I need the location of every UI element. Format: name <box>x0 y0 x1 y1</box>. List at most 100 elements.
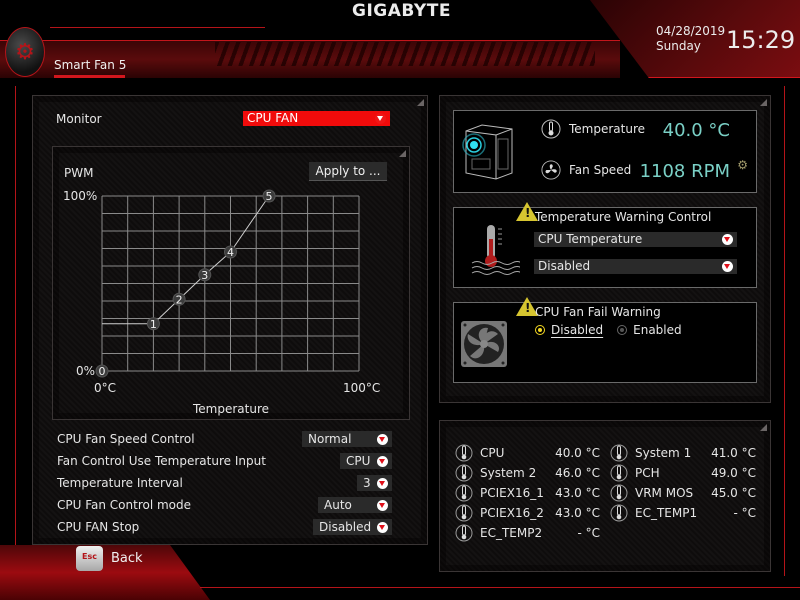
curve-point-5[interactable]: 5 <box>262 189 276 203</box>
curve-point-1[interactable]: 1 <box>146 317 160 331</box>
chevron-down-icon <box>377 522 388 533</box>
back-label: Back <box>111 551 143 566</box>
chevron-down-icon <box>375 113 386 124</box>
temperature-name: EC_TEMP2 <box>480 526 543 540</box>
curve-point-label: 1 <box>150 318 157 331</box>
temperature-reading: PCIEX16_1 43.0 °C <box>455 483 600 503</box>
panel-corner <box>760 424 767 431</box>
curve-point-label: 3 <box>201 269 208 282</box>
temperature-value: 45.0 °C <box>711 486 756 500</box>
temperature-reading: VRM MOS 45.0 °C <box>610 483 756 503</box>
monitor-select[interactable]: CPU FAN <box>243 111 390 126</box>
radio-disabled[interactable] <box>535 325 545 335</box>
top-bar: GIGABYTE 04/28/2019 Sunday 15:29 ⚙ Smart… <box>0 0 800 86</box>
chevron-down-icon <box>377 500 388 511</box>
setting-row-fan-speed-control[interactable]: CPU Fan Speed Control Normal <box>57 428 392 450</box>
thermometer-icon <box>455 444 473 462</box>
panel-corner <box>417 99 424 106</box>
fan-fail-title: CPU Fan Fail Warning <box>535 305 661 319</box>
radio-enabled-label[interactable]: Enabled <box>633 323 682 337</box>
fan-curve-chart-panel: PWM 100% 0% 0°C 100°C Temperature 0 1 2 3 4 5… <box>52 146 410 420</box>
thermometer-icon <box>455 524 473 542</box>
warning-source-select[interactable]: CPU Temperature <box>534 232 737 247</box>
case-fan-icon <box>461 321 507 367</box>
curve-point-label: 2 <box>176 293 183 306</box>
setting-label: CPU Fan Control mode <box>57 498 192 512</box>
curve-point-0[interactable]: 0 <box>95 364 109 378</box>
y-tick-label: 0% <box>76 364 95 378</box>
fan-fail-radio-group: Disabled Enabled <box>535 323 682 337</box>
x-axis-label: Temperature <box>192 402 269 416</box>
curve-point-2[interactable]: 2 <box>172 292 186 306</box>
decorative-line <box>50 27 265 28</box>
fan-settings-gear-icon[interactable]: ⚙ <box>737 158 748 172</box>
temperature-value: 40.0 °C <box>662 120 730 141</box>
radio-enabled[interactable] <box>617 325 628 335</box>
select-value: CPU Temperature <box>538 232 643 246</box>
warning-threshold-select[interactable]: Disabled <box>534 259 737 274</box>
fan-fail-warning-box: ! CPU Fan Fail Warning Disabled Enabled <box>453 297 757 383</box>
curve-point-3[interactable]: 3 <box>198 268 212 282</box>
select-value: Disabled <box>538 259 591 273</box>
thermometer-icon <box>541 119 561 139</box>
date-text: 04/28/2019 <box>656 24 726 38</box>
back-button[interactable]: Esc Back <box>76 546 143 571</box>
select-value: Disabled <box>319 520 372 534</box>
temperature-warning-box: ! Temperature Warning Control CPU Temper… <box>453 202 757 288</box>
temperature-name: CPU <box>480 446 505 460</box>
panel-corner <box>760 99 767 106</box>
apply-to-button[interactable]: Apply to ... <box>309 162 387 181</box>
pc-case-icon <box>462 124 513 180</box>
temperature-reading: PCH 49.0 °C <box>610 463 756 483</box>
thermometer-icon <box>610 484 628 502</box>
radio-disabled-label[interactable]: Disabled <box>551 323 603 337</box>
x-tick-label: 100°C <box>343 381 380 395</box>
curve-point-label: 5 <box>266 190 273 203</box>
fan-icon <box>541 160 561 180</box>
temperature-name: System 2 <box>480 466 537 480</box>
y-axis-label: PWM <box>64 166 93 180</box>
temperature-warning-title: Temperature Warning Control <box>535 210 712 224</box>
chevron-down-icon <box>722 234 733 245</box>
temperature-label: Temperature <box>569 122 646 136</box>
control-mode-select[interactable]: Auto <box>318 497 392 513</box>
temperature-value: 46.0 °C <box>555 466 600 480</box>
fan-curve-chart: PWM 100% 0% 0°C 100°C Temperature 0 1 2 3 4 5 <box>63 166 380 416</box>
fan-speed-control-select[interactable]: Normal <box>302 431 392 447</box>
weekday-text: Sunday <box>656 39 701 53</box>
fan-settings-list: CPU Fan Speed Control Normal Fan Control… <box>57 428 392 538</box>
status-panel: Temperature 40.0 °C Fan Speed 1108 RPM ⚙… <box>439 95 771 403</box>
setting-label: Fan Control Use Temperature Input <box>57 454 266 468</box>
page-title[interactable]: Smart Fan 5 <box>54 58 126 72</box>
y-tick-label: 100% <box>63 189 97 203</box>
temperature-reading: CPU 40.0 °C <box>455 443 600 463</box>
thermometer-icon <box>610 464 628 482</box>
setting-label: Temperature Interval <box>57 476 183 490</box>
setting-row-temperature-input[interactable]: Fan Control Use Temperature Input CPU <box>57 450 392 472</box>
temperature-name: EC_TEMP1 <box>635 506 698 520</box>
active-tab-indicator <box>54 75 125 78</box>
setting-label: CPU Fan Speed Control <box>57 432 195 446</box>
thermometer-icon <box>455 484 473 502</box>
temperature-name: PCIEX16_1 <box>480 486 544 500</box>
temperature-input-select[interactable]: CPU <box>340 453 392 469</box>
setting-row-control-mode[interactable]: CPU Fan Control mode Auto <box>57 494 392 516</box>
temperature-name: System 1 <box>635 446 692 460</box>
temperature-reading: EC_TEMP1 - °C <box>610 503 756 523</box>
thermometer-waves-icon <box>471 225 520 275</box>
temperature-value: 49.0 °C <box>711 466 756 480</box>
setting-row-temperature-interval[interactable]: Temperature Interval 3 <box>57 472 392 494</box>
date-block: 04/28/2019 Sunday <box>656 24 725 54</box>
thermometer-icon <box>610 444 628 462</box>
fan-stop-select[interactable]: Disabled <box>313 519 392 535</box>
setting-row-fan-stop[interactable]: CPU FAN Stop Disabled <box>57 516 392 538</box>
setting-label: CPU FAN Stop <box>57 520 140 534</box>
temperature-interval-select[interactable]: 3 <box>357 475 392 491</box>
temperature-reading: System 1 41.0 °C <box>610 443 756 463</box>
select-value: Normal <box>308 432 352 446</box>
chevron-down-icon <box>377 434 388 445</box>
decorative-line <box>200 587 800 588</box>
curve-point-4[interactable]: 4 <box>224 245 237 259</box>
brand-logo: GIGABYTE <box>352 1 451 21</box>
temperature-readings-panel: CPU 40.0 °C System 1 41.0 °C System 2 46.0 °C… <box>439 420 771 572</box>
